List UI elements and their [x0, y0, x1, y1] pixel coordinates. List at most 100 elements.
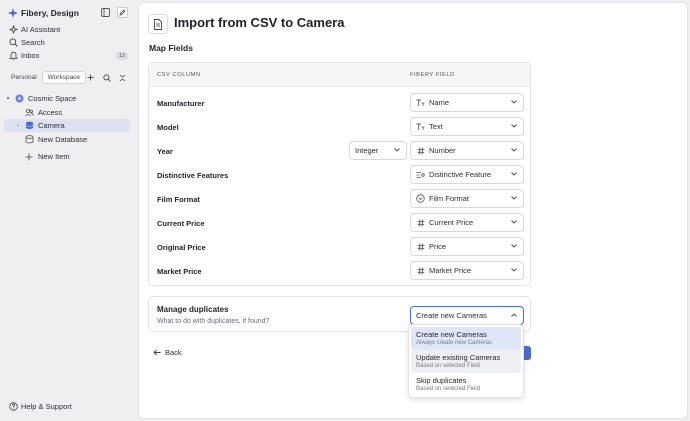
nav-search[interactable]: Search [8, 36, 45, 49]
help-label: Help & Support [21, 401, 72, 411]
field-name: Film Format [429, 194, 469, 203]
fibery-field-select[interactable]: Current Price [410, 213, 524, 232]
tree-label: Access [38, 108, 63, 117]
csv-column-label: Current Price [157, 219, 205, 228]
nav-label: AI Assistant [21, 25, 61, 34]
duplicates-subtitle: What to do with duplicates, if found? [157, 318, 270, 325]
sidebar: Fibery, Design AI Assistant Search Inbox… [0, 0, 134, 421]
tab-workspace[interactable]: Workspace [41, 71, 87, 84]
fibery-field-select[interactable]: Number [410, 141, 524, 160]
add-icon[interactable] [85, 72, 96, 83]
selected-option: Create new Cameras [416, 311, 487, 320]
workspace-header[interactable]: Fibery, Design [8, 6, 128, 20]
page-title: Import from CSV to Camera [174, 15, 345, 30]
field-name: Number [429, 146, 456, 155]
option-description: Based on selected Field [416, 386, 481, 392]
multi-select-icon [416, 170, 425, 179]
search-icon [8, 38, 18, 48]
field-name: Market Price [429, 266, 472, 275]
chevron-down-icon [510, 122, 518, 130]
tree-label: New Database [38, 135, 88, 144]
arrow-left-icon [153, 348, 162, 357]
database-icon [24, 121, 34, 131]
option-skip-duplicates[interactable]: Skip duplicates Based on selected Field [411, 373, 521, 396]
option-label: Update existing Cameras [416, 353, 501, 362]
single-select-icon [416, 194, 425, 203]
type-name: Integer [355, 146, 379, 155]
fibery-field-select[interactable]: Market Price [410, 261, 524, 280]
chevron-down-icon[interactable]: ▾ [4, 95, 12, 102]
hash-icon [416, 218, 425, 227]
hash-icon [416, 266, 425, 275]
field-name: Price [429, 242, 447, 251]
field-name: Name [429, 98, 450, 107]
duplicates-title: Manage duplicates [157, 305, 229, 314]
fibery-field-select[interactable]: Name [410, 93, 524, 112]
csv-column-label: Year [157, 147, 173, 156]
table-row: Market Price Market Price [149, 260, 530, 282]
nav-inbox[interactable]: Inbox 12 [8, 49, 128, 62]
nav-ai-assistant[interactable]: AI Assistant [8, 23, 60, 36]
new-database-icon [24, 135, 34, 145]
bell-icon [8, 51, 18, 61]
csv-column-label: Distinctive Features [157, 171, 229, 180]
workspace-name: Fibery, Design [21, 8, 79, 18]
help-and-support[interactable]: Help & Support [8, 401, 72, 411]
field-name: Text [429, 122, 443, 131]
sidebar-item-cosmic-space[interactable]: ▾ Cosmic Space [4, 92, 130, 105]
fibery-field-select[interactable]: Film Format [410, 189, 524, 208]
text-type-icon [416, 122, 425, 131]
hash-icon [416, 242, 425, 251]
compose-icon[interactable] [117, 7, 128, 18]
plus-icon [24, 152, 34, 162]
sidebar-tabs: Personal Workspace [6, 71, 130, 84]
search-icon[interactable] [101, 72, 112, 83]
duplicates-select[interactable]: Create new Cameras [410, 306, 524, 325]
fibery-field-select[interactable]: Price [410, 237, 524, 256]
chevron-down-icon [510, 266, 518, 274]
sidebar-toggle-icon[interactable] [100, 7, 111, 18]
fibery-field-select[interactable]: Distinctive Feature [410, 165, 524, 184]
chevron-down-icon [510, 146, 518, 154]
option-label: Create new Cameras [416, 330, 487, 339]
help-icon [8, 401, 18, 411]
option-create-new[interactable]: Create new Cameras Always create new Cam… [411, 327, 521, 350]
field-mapping-table: CSV COLUMN FIBERY FIELD Manufacturer Nam… [148, 62, 531, 286]
back-button[interactable]: Back [153, 348, 182, 357]
chevron-down-icon [510, 194, 518, 202]
inbox-count-badge: 12 [115, 51, 128, 60]
option-description: Always create new Cameras [416, 340, 493, 346]
table-row: Original Price Price [149, 236, 530, 258]
document-icon [148, 14, 168, 34]
chevron-down-icon [510, 242, 518, 250]
table-row: Year Integer Number [149, 140, 530, 162]
column-header-fibery: FIBERY FIELD [410, 72, 455, 78]
option-description: Based on selected Field [416, 363, 481, 369]
chevron-down-icon [510, 218, 518, 226]
users-icon [24, 108, 34, 118]
collapse-all-icon[interactable] [117, 72, 128, 83]
table-header: CSV COLUMN FIBERY FIELD [149, 63, 530, 87]
csv-type-select[interactable]: Integer [349, 141, 407, 160]
chevron-right-icon[interactable]: › [14, 123, 22, 129]
space-icon [14, 94, 24, 104]
fibery-field-select[interactable]: Text [410, 117, 524, 136]
table-row: Manufacturer Name [149, 92, 530, 114]
csv-column-label: Market Price [157, 267, 202, 276]
column-header-csv: CSV COLUMN [157, 72, 201, 78]
sidebar-item-camera[interactable]: › Camera [4, 119, 130, 132]
duplicates-dropdown: Create new Cameras Always create new Cam… [408, 324, 524, 398]
table-row: Model Text [149, 116, 530, 138]
tree-label: New Item [38, 152, 70, 161]
table-row: Current Price Current Price [149, 212, 530, 234]
text-type-icon [416, 98, 425, 107]
option-update-existing[interactable]: Update existing Cameras Based on selecte… [411, 350, 521, 373]
chevron-down-icon [510, 98, 518, 106]
nav-label: Inbox [21, 51, 40, 60]
table-row: Film Format Film Format [149, 188, 530, 210]
sidebar-item-new-item[interactable]: New Item [4, 150, 130, 163]
sidebar-item-new-database[interactable]: New Database [4, 133, 130, 146]
tab-personal[interactable]: Personal [6, 72, 42, 83]
sidebar-item-access[interactable]: Access [4, 106, 130, 119]
tree-label: Cosmic Space [28, 94, 77, 103]
